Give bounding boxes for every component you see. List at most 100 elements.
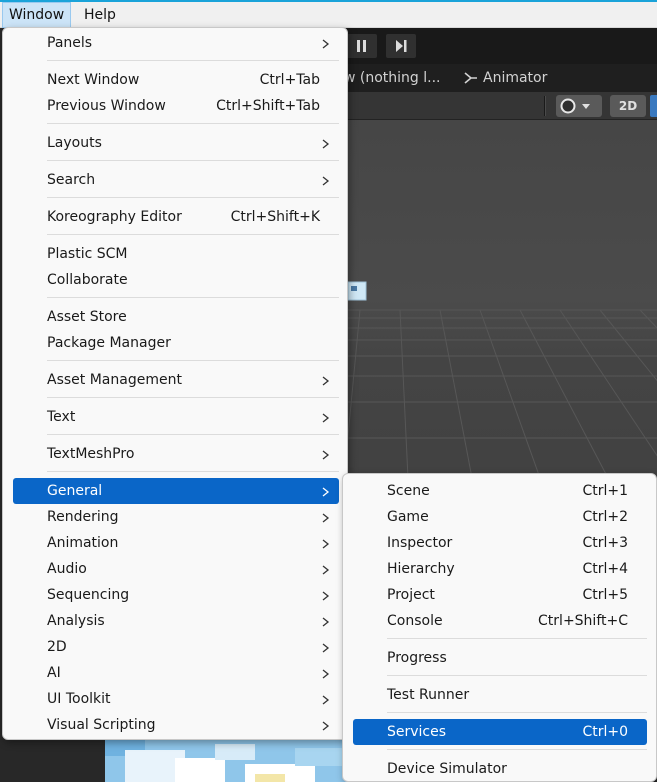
submenu-item-label: Device Simulator [387,761,507,777]
menu-item-shortcut: Ctrl+Shift+K [230,209,320,225]
submenu-item-shortcut: Ctrl+0 [582,724,628,740]
submenu-item-label: Test Runner [387,687,470,703]
menubar-window[interactable]: Window [2,2,72,28]
menu-item-general[interactable]: General [13,478,339,504]
play-toolbar [300,28,657,64]
toggle-2d-button[interactable]: 2D [610,95,646,117]
menubar-help[interactable]: Help [78,2,122,28]
menu-item-package-manager[interactable]: Package Manager [13,330,339,356]
menu-separator [47,160,339,161]
window-menu: Panels Next Window Ctrl+Tab Previous Win… [2,27,348,740]
menu-item-text[interactable]: Text [13,404,339,430]
menu-item-next-window[interactable]: Next Window Ctrl+Tab [13,67,339,93]
general-submenu: Scene Ctrl+1 Game Ctrl+2 Inspector Ctrl+… [342,473,657,782]
animator-icon [464,72,477,84]
scene-viewport[interactable] [300,120,657,520]
menu-item-previous-window[interactable]: Previous Window Ctrl+Shift+Tab [13,93,339,119]
submenu-item-test-runner[interactable]: Test Runner [353,682,647,708]
submenu-item-console[interactable]: Console Ctrl+Shift+C [353,608,647,634]
menu-item-label: Rendering [47,509,119,525]
menu-item-label: Panels [47,35,93,51]
menu-item-visual-scripting[interactable]: Visual Scripting [13,712,339,738]
menu-item-asset-store[interactable]: Asset Store [13,304,339,330]
menu-item-label: Asset Store [47,309,127,325]
menu-item-animation[interactable]: Animation [13,530,339,556]
submenu-item-shortcut: Ctrl+2 [582,509,628,525]
submenu-separator [387,712,647,713]
pause-button[interactable] [347,34,377,58]
tab-animator[interactable]: Animator [483,64,547,92]
submenu-item-inspector[interactable]: Inspector Ctrl+3 [353,530,647,556]
sky-image-preview [105,738,365,782]
menu-item-label: Analysis [47,613,105,629]
menu-item-label: Sequencing [47,587,130,603]
menu-separator [47,360,339,361]
menu-item-collaborate[interactable]: Collaborate [13,267,339,293]
shading-mode-dropdown[interactable] [556,95,602,117]
chevron-right-icon [322,608,330,634]
submenu-item-hierarchy[interactable]: Hierarchy Ctrl+4 [353,556,647,582]
menu-item-label: Koreography Editor [47,209,182,225]
menu-item-audio[interactable]: Audio [13,556,339,582]
scene-grid [339,281,657,520]
menu-item-label: Next Window [47,72,140,88]
editor-tab-row: w (nothing l... Animator [300,64,657,92]
submenu-item-label: Hierarchy [387,561,455,577]
submenu-item-device-simulator[interactable]: Device Simulator [353,756,647,782]
shading-sphere-icon [560,98,590,114]
submenu-item-shortcut: Ctrl+3 [582,535,628,551]
menu-item-plastic-scm[interactable]: Plastic SCM [13,241,339,267]
pause-icon [357,40,366,52]
menu-item-label: Collaborate [47,272,128,288]
step-icon [396,40,407,52]
menu-item-panels[interactable]: Panels [13,30,339,56]
submenu-item-label: Console [387,613,443,629]
tab-scene-partial[interactable]: w (nothing l... [344,64,441,92]
chevron-right-icon [322,30,330,56]
chevron-right-icon [322,530,330,556]
menu-item-layouts[interactable]: Layouts [13,130,339,156]
submenu-item-shortcut: Ctrl+Shift+C [538,613,628,629]
step-button[interactable] [386,34,416,58]
menu-item-textmeshpro[interactable]: TextMeshPro [13,441,339,467]
menu-item-rendering[interactable]: Rendering [13,504,339,530]
submenu-item-label: Scene [387,483,430,499]
chevron-right-icon [322,367,330,393]
menu-item-label: TextMeshPro [47,446,135,462]
menu-bar: Window Help [0,2,657,28]
menu-item-analysis[interactable]: Analysis [13,608,339,634]
submenu-item-label: Services [387,724,447,740]
submenu-item-project[interactable]: Project Ctrl+5 [353,582,647,608]
chevron-right-icon [322,712,330,738]
menu-separator [47,397,339,398]
menu-separator [47,60,339,61]
menu-item-asset-management[interactable]: Asset Management [13,367,339,393]
chevron-right-icon [322,441,330,467]
menu-item-shortcut: Ctrl+Tab [259,72,320,88]
menu-item-label: 2D [47,639,67,655]
submenu-item-game[interactable]: Game Ctrl+2 [353,504,647,530]
menu-item-label: Layouts [47,135,102,151]
menu-item-label: Plastic SCM [47,246,128,262]
submenu-item-scene[interactable]: Scene Ctrl+1 [353,478,647,504]
submenu-item-label: Progress [387,650,447,666]
submenu-separator [387,638,647,639]
submenu-item-progress[interactable]: Progress [353,645,647,671]
chevron-right-icon [322,686,330,712]
submenu-item-services[interactable]: Services Ctrl+0 [353,719,647,745]
submenu-item-shortcut: Ctrl+5 [582,587,628,603]
menu-item-ui-toolkit[interactable]: UI Toolkit [13,686,339,712]
menu-item-ai[interactable]: AI [13,660,339,686]
menu-item-search[interactable]: Search [13,167,339,193]
menu-item-koreography-editor[interactable]: Koreography Editor Ctrl+Shift+K [13,204,339,230]
lighting-toggle-button[interactable] [650,95,657,117]
submenu-item-label: Game [387,509,429,525]
chevron-right-icon [322,582,330,608]
submenu-separator [387,675,647,676]
chevron-right-icon [322,130,330,156]
menu-item-2d[interactable]: 2D [13,634,339,660]
menu-item-sequencing[interactable]: Sequencing [13,582,339,608]
menu-separator [47,471,339,472]
menu-separator [47,297,339,298]
chevron-right-icon [322,634,330,660]
